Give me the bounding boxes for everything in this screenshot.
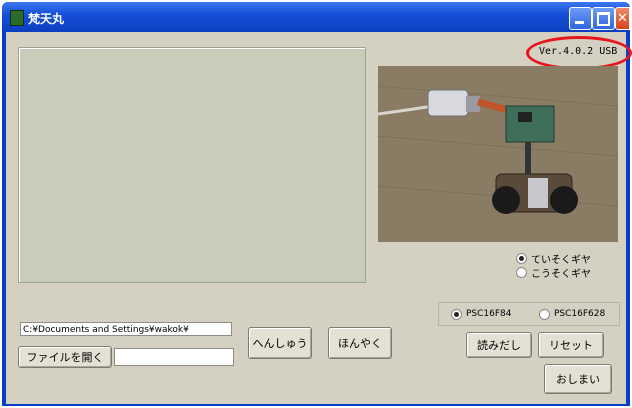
app-icon (10, 10, 24, 26)
close-icon: ✕ (617, 11, 628, 26)
radio-low-gear-label: ていそくギヤ (531, 254, 591, 266)
file-name-input[interactable] (114, 348, 234, 366)
open-file-button[interactable]: ファイルを開く (18, 346, 112, 368)
gear-radio-group: ていそくギヤ こうそくギヤ (516, 251, 591, 280)
read-button[interactable]: 読みだし (466, 332, 532, 358)
client-area: Ver.4.0.2 USB ていそくギヤ こうそくギヤ PSC16F84 PSC… (6, 32, 632, 404)
output-display-panel (18, 47, 366, 283)
radio-low-gear-dot[interactable] (516, 252, 527, 264)
title-bar[interactable]: 梵天丸 ✕ (2, 2, 630, 32)
maximize-button[interactable] (592, 7, 615, 30)
radio-psc16f628-label: PSC16F628 (554, 309, 606, 319)
radio-high-gear-dot[interactable] (516, 266, 527, 278)
radio-psc16f84-label: PSC16F84 (466, 309, 512, 319)
chip-select-box: PSC16F84 PSC16F628 (438, 302, 620, 326)
radio-high-gear[interactable]: こうそくギヤ (516, 265, 591, 280)
robot-photo (378, 66, 618, 242)
edit-button[interactable]: へんしゅう (248, 327, 312, 359)
exit-button[interactable]: おしまい (544, 364, 612, 394)
robot-photo-image (378, 66, 618, 242)
minimize-button[interactable] (569, 7, 592, 30)
radio-psc16f628-dot[interactable] (539, 308, 550, 320)
window-title: 梵天丸 (28, 12, 65, 26)
radio-high-gear-label: こうそくギヤ (531, 268, 591, 280)
close-button[interactable]: ✕ (615, 7, 630, 30)
main-window: 梵天丸 ✕ Ver.4.0.2 USB ていそくギヤ こうそくギヤ PSC16F… (2, 2, 632, 406)
version-highlight-circle (526, 36, 632, 70)
minimize-icon (575, 21, 584, 24)
maximize-icon (597, 12, 610, 26)
reset-button[interactable]: リセット (538, 332, 604, 358)
file-path-field[interactable]: C:¥Documents and Settings¥wakok¥ (20, 322, 232, 336)
radio-low-gear[interactable]: ていそくギヤ (516, 251, 591, 266)
radio-psc16f84[interactable]: PSC16F84 (451, 307, 512, 321)
radio-psc16f84-dot[interactable] (451, 308, 462, 320)
translate-button[interactable]: ほんやく (328, 327, 392, 359)
radio-psc16f628[interactable]: PSC16F628 (539, 307, 605, 321)
